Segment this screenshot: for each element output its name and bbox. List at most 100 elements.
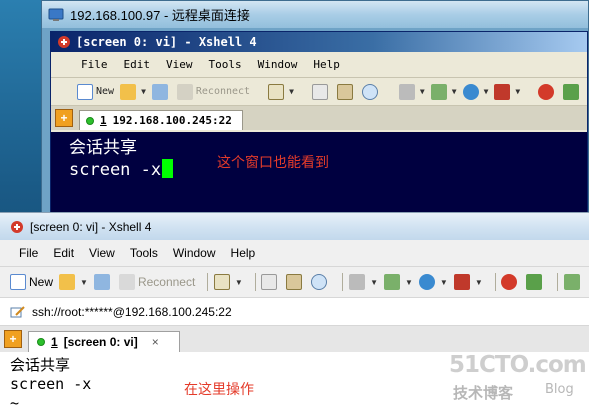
back-new-label: New xyxy=(96,86,115,97)
front-print-button[interactable]: ▼ xyxy=(349,274,378,290)
toolbar-separator xyxy=(557,273,558,291)
front-properties-button[interactable]: ▼ xyxy=(213,274,243,290)
reconnect-icon xyxy=(118,274,135,290)
chevron-down-icon: ▼ xyxy=(419,87,425,96)
front-transfer-button[interactable]: ▼ xyxy=(383,274,413,290)
search-icon xyxy=(311,274,328,290)
add-tab-icon[interactable]: + xyxy=(55,109,73,127)
back-font-button[interactable]: ▼ xyxy=(494,83,521,100)
chevron-down-icon: ▼ xyxy=(234,277,243,287)
copy-icon xyxy=(261,274,278,290)
xftp-icon xyxy=(501,274,518,290)
link-icon xyxy=(151,83,168,100)
front-menu-window[interactable]: Window xyxy=(173,246,216,260)
front-menu-edit[interactable]: Edit xyxy=(53,246,74,260)
front-connect-button[interactable] xyxy=(93,274,113,290)
close-tab-icon[interactable]: × xyxy=(152,335,159,349)
globe-icon xyxy=(418,274,435,290)
reconnect-icon xyxy=(176,83,193,100)
back-xftp-button[interactable] xyxy=(538,83,557,100)
back-copy-button[interactable] xyxy=(311,83,331,100)
front-toolbar: New ▼ Reconnect ▼ ▼ ▼ ▼ ▼ xyxy=(0,266,589,298)
front-open-button[interactable]: ▼ xyxy=(59,274,88,290)
back-menubar: File Edit View Tools Window Help xyxy=(51,52,587,78)
front-layout-button[interactable] xyxy=(563,274,583,290)
toolbar-separator xyxy=(342,273,344,291)
front-paste-button[interactable] xyxy=(286,274,305,290)
back-menu-help[interactable]: Help xyxy=(313,58,340,71)
front-font-button[interactable]: ▼ xyxy=(453,274,483,290)
front-xftp-button[interactable] xyxy=(501,274,520,290)
back-open-button[interactable]: ▼ xyxy=(120,83,146,100)
back-reconnect-button[interactable]: Reconnect xyxy=(176,83,251,100)
back-menu-tools[interactable]: Tools xyxy=(209,58,242,71)
chevron-down-icon: ▼ xyxy=(370,277,378,287)
front-tabbar: + 1 [screen 0: vi] × xyxy=(0,326,589,352)
annotation-front: 在这里操作 xyxy=(184,382,254,398)
front-find-button[interactable] xyxy=(311,274,330,290)
back-tab-number: 1 xyxy=(100,114,107,127)
toolbar-separator xyxy=(207,273,208,291)
back-globe-button[interactable]: ▼ xyxy=(462,83,488,100)
xshell-logo-icon xyxy=(58,36,70,48)
watermark-blog: Blog xyxy=(545,382,574,397)
front-menu-file[interactable]: File xyxy=(19,246,38,260)
back-menu-edit[interactable]: Edit xyxy=(124,58,151,71)
new-session-icon xyxy=(10,274,26,290)
front-menu-view[interactable]: View xyxy=(89,246,115,260)
back-paste-button[interactable] xyxy=(336,83,356,100)
properties-icon xyxy=(268,83,285,100)
xshell-logo-icon xyxy=(11,220,23,233)
back-toolbar: New ▼ Reconnect ▼ ▼ ▼ ▼ ▼ xyxy=(51,78,587,106)
back-script-button[interactable] xyxy=(563,83,582,100)
back-properties-button[interactable]: ▼ xyxy=(268,83,294,100)
chevron-down-icon: ▼ xyxy=(404,277,413,287)
front-tab-label: [screen 0: vi] xyxy=(63,335,138,349)
add-tab-icon[interactable]: + xyxy=(4,330,22,348)
back-reconnect-label: Reconnect xyxy=(195,86,251,97)
back-terminal-command: screen -x xyxy=(69,160,162,180)
front-session-tab[interactable]: 1 [screen 0: vi] × xyxy=(28,331,180,352)
back-session-tab[interactable]: 1 192.168.100.245:22 xyxy=(79,110,243,130)
printer-icon xyxy=(349,274,366,290)
chevron-down-icon: ▼ xyxy=(141,87,146,96)
back-new-button[interactable]: New xyxy=(77,83,115,100)
front-script-button[interactable] xyxy=(526,274,545,290)
front-xshell-titlebar[interactable]: [screen 0: vi] - Xshell 4 xyxy=(0,213,589,240)
front-globe-button[interactable]: ▼ xyxy=(418,274,448,290)
back-menu-view[interactable]: View xyxy=(166,58,193,71)
globe-icon xyxy=(462,83,479,100)
front-menu-tools[interactable]: Tools xyxy=(130,246,158,260)
new-session-icon xyxy=(77,83,93,100)
pencil-icon xyxy=(10,305,25,317)
back-xshell-title: [screen 0: vi] - Xshell 4 xyxy=(76,35,257,49)
folder-icon xyxy=(120,83,137,100)
front-reconnect-label: Reconnect xyxy=(137,275,196,289)
front-address-bar[interactable]: ssh://root:******@192.168.100.245:22 xyxy=(0,298,589,326)
toolbar-separator xyxy=(494,273,496,291)
watermark-subtitle: 技术博客 xyxy=(453,384,514,402)
chevron-down-icon: ▼ xyxy=(289,87,294,96)
back-tab-label: 192.168.100.245:22 xyxy=(112,114,232,127)
back-transfer-button[interactable]: ▼ xyxy=(430,83,457,100)
front-menu-help[interactable]: Help xyxy=(231,246,256,260)
back-print-button[interactable]: ▼ xyxy=(398,83,425,100)
chevron-down-icon: ▼ xyxy=(80,277,88,287)
transfer-icon xyxy=(383,274,400,290)
front-new-button[interactable]: New xyxy=(10,274,53,290)
back-xshell-titlebar[interactable]: [screen 0: vi] - Xshell 4 xyxy=(51,32,587,52)
front-address-text: ssh://root:******@192.168.100.245:22 xyxy=(32,304,232,319)
back-tabbar: + 1 192.168.100.245:22 xyxy=(51,106,587,130)
front-reconnect-button[interactable]: Reconnect xyxy=(118,274,196,290)
chevron-down-icon: ▼ xyxy=(515,87,521,96)
back-connect-button[interactable] xyxy=(151,83,171,100)
copy-icon xyxy=(311,83,328,100)
back-menu-window[interactable]: Window xyxy=(258,58,298,71)
transfer-icon xyxy=(430,83,447,100)
folder-icon xyxy=(59,274,76,290)
back-menu-file[interactable]: File xyxy=(81,58,108,71)
back-find-button[interactable] xyxy=(361,83,381,100)
search-icon xyxy=(361,83,378,100)
remote-desktop-titlebar[interactable]: 192.168.100.97 - 远程桌面连接 xyxy=(42,1,588,28)
front-copy-button[interactable] xyxy=(261,274,280,290)
